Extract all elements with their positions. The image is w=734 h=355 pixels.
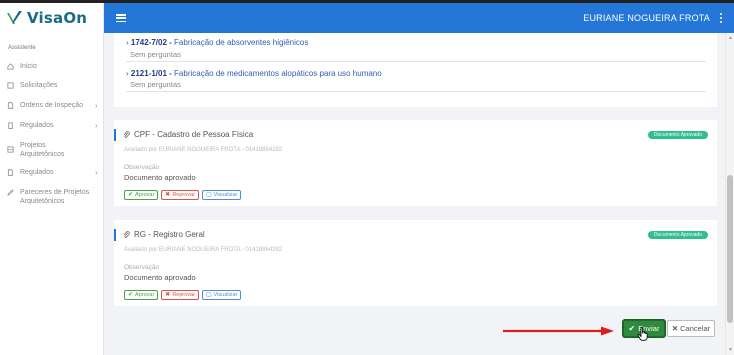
home-icon (7, 63, 14, 70)
document-actions: ✔ Aprovar ✖ Reprovar ▢ Visualizar (124, 190, 242, 200)
activity-note: Sem perguntas (130, 80, 181, 89)
document-actions: ✔ Aprovar ✖ Reprovar ▢ Visualizar (124, 290, 242, 300)
card-accent (114, 129, 116, 141)
check-icon: ✔ (128, 192, 134, 198)
check-icon: ✔ (128, 292, 134, 298)
file-icon (7, 102, 14, 109)
activity-item[interactable]: › 1742-7/02 - Fabricação de absorventes … (126, 38, 308, 47)
file-icon (7, 169, 14, 176)
activity-description: Fabricação de absorventes higiênicos (174, 38, 309, 47)
divider (126, 91, 706, 92)
close-icon: ✕ (671, 324, 679, 333)
pen-icon (7, 189, 14, 196)
scroll-down-icon[interactable]: ▼ (728, 347, 733, 353)
status-badge: Documento Aprovado (647, 231, 708, 239)
document-title: CPF - Cadastro de Pessoa Física (123, 130, 253, 139)
kebab-icon[interactable] (720, 13, 723, 23)
document-title-text: RG - Registro Geral (134, 230, 205, 239)
cancel-label: Cancelar (680, 324, 711, 333)
vertical-scrollbar[interactable]: ▲ ▼ (725, 33, 734, 355)
scrollbar-thumb[interactable] (727, 175, 733, 323)
sidebar-item-ordens-de-inspecao[interactable]: Ordens de Inspeção › (7, 101, 98, 110)
sidebar-item-label: Pareceres de Projetos Arquitetônicos (20, 189, 90, 205)
chevron-right-icon: › (95, 101, 98, 110)
sidebar-item-label: Regulados (20, 169, 54, 176)
document-title: RG - Registro Geral (123, 230, 205, 239)
sidebar-item-label: Solicitações (20, 82, 58, 89)
hamburger-icon[interactable] (116, 14, 126, 22)
visaon-logo-icon (7, 11, 22, 24)
building-icon (8, 122, 13, 129)
observation-value: Documento aprovado (124, 173, 196, 182)
annotation-arrow-icon (503, 326, 614, 336)
approve-button[interactable]: ✔ Aprovar (124, 290, 159, 300)
sidebar: Assistente Início Solicitações Ordens de… (0, 33, 104, 355)
chevron-right-icon: › (95, 121, 98, 130)
reject-button[interactable]: ✖ Reprovar (161, 190, 199, 200)
activity-separator: - (166, 69, 175, 78)
logo[interactable]: VisaOn (0, 3, 104, 33)
paperclip-icon (123, 230, 130, 238)
activity-description: Fabricação de medicamentos alopáticos pa… (174, 69, 382, 78)
close-icon: ✖ (165, 192, 171, 198)
observation-label: Observação (124, 164, 160, 171)
view-button[interactable]: ▢ Visualizar (201, 290, 242, 300)
document-title-text: CPF - Cadastro de Pessoa Física (134, 130, 254, 139)
sidebar-item-label: Início (20, 63, 37, 70)
sidebar-section-title: Assistente (8, 45, 36, 51)
view-label: Visualizar (213, 292, 238, 298)
evaluated-by: Avaliado por EURIANE NOGUEIRA FROTA - 01… (124, 147, 283, 153)
approve-button[interactable]: ✔ Aprovar (124, 190, 159, 200)
activity-code: 2121-1/01 (130, 69, 167, 78)
cancel-button[interactable]: ✕ Cancelar (667, 320, 715, 337)
sidebar-item-label: Regulados (20, 122, 54, 129)
card-accent (114, 229, 116, 241)
main-content: › 1742-7/02 - Fabricação de absorventes … (104, 33, 725, 355)
status-badge: Documento Aprovado (647, 131, 708, 139)
scroll-up-icon[interactable]: ▲ (728, 35, 733, 41)
user-name[interactable]: EURIANE NOGUEIRA FROTA (583, 3, 710, 33)
sidebar-item-solicitacoes[interactable]: Solicitações (7, 81, 57, 90)
document-card-rg: RG - Registro Geral Documento Aprovado A… (114, 220, 717, 306)
blueprint-icon (7, 146, 14, 153)
divider (126, 61, 706, 62)
sidebar-item-pareceres[interactable]: Pareceres de Projetos Arquitetônicos (7, 188, 105, 206)
document-card-cpf: CPF - Cadastro de Pessoa Física Document… (114, 120, 717, 206)
chevron-right-icon: › (95, 168, 98, 177)
observation-label: Observação (124, 264, 160, 271)
sidebar-item-inicio[interactable]: Início (7, 62, 37, 71)
reject-label: Reprovar (172, 292, 195, 298)
hand-cursor-icon (637, 327, 648, 341)
sidebar-item-label: Ordens de Inspeção (20, 102, 84, 109)
reject-label: Reprovar (172, 192, 195, 198)
view-label: Visualizar (213, 192, 238, 198)
document-icon (7, 82, 14, 89)
close-icon: ✖ (165, 292, 171, 298)
activity-item[interactable]: › 2121-1/01 - Fabricação de medicamentos… (126, 69, 382, 78)
file-view-icon: ▢ (205, 292, 212, 298)
activities-card: › 1742-7/02 - Fabricação de absorventes … (114, 33, 717, 107)
activity-note: Sem perguntas (130, 50, 181, 59)
evaluated-by: Avaliado por EURIANE NOGUEIRA FROTA - 01… (124, 247, 283, 253)
approve-label: Aprovar (135, 192, 155, 198)
sidebar-item-regulados-2[interactable]: Regulados › (7, 168, 98, 177)
sidebar-item-label: Projetos Arquitetônicos (20, 142, 65, 158)
sidebar-item-regulados[interactable]: Regulados › (7, 121, 98, 130)
activity-code: 1742-7/02 (130, 38, 167, 47)
file-view-icon: ▢ (205, 192, 212, 198)
paperclip-icon (123, 130, 130, 138)
observation-value: Documento aprovado (124, 273, 196, 282)
top-header: EURIANE NOGUEIRA FROTA (104, 3, 734, 33)
check-icon: ✔ (628, 324, 636, 333)
approve-label: Aprovar (135, 292, 155, 298)
app-name: VisaOn (27, 9, 88, 27)
sidebar-item-projetos-arquitetonicos[interactable]: Projetos Arquitetônicos (7, 141, 80, 159)
view-button[interactable]: ▢ Visualizar (201, 190, 242, 200)
reject-button[interactable]: ✖ Reprovar (161, 290, 199, 300)
activity-separator: - (166, 38, 175, 47)
